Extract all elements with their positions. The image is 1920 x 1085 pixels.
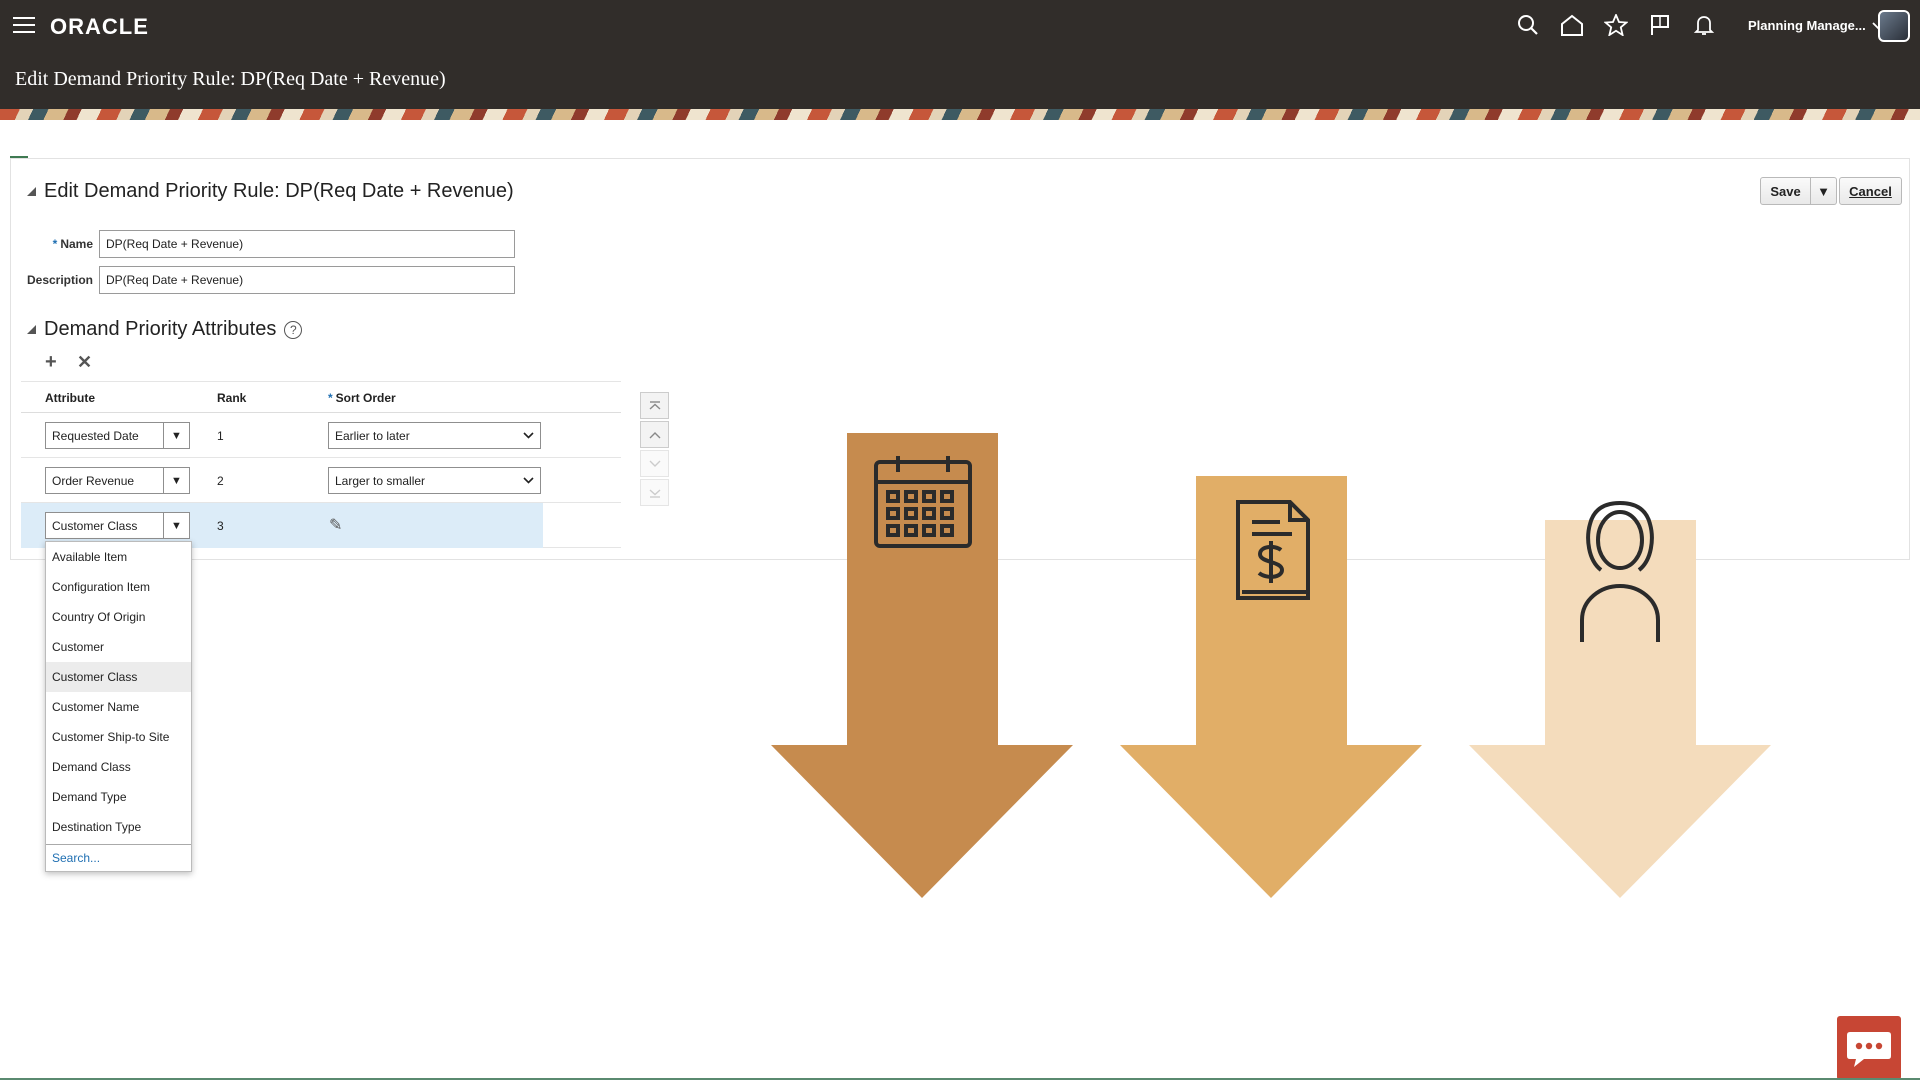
user-menu[interactable]: Planning Manage... [1748,18,1884,33]
required-marker: * [328,391,333,405]
column-header-attribute[interactable]: Attribute [45,391,95,405]
caret-down-icon: ▼ [1817,183,1830,199]
chevron-down-icon [523,477,534,484]
user-menu-label: Planning Manage... [1748,18,1866,33]
dropdown-option[interactable]: Customer [46,632,191,662]
help-icon[interactable]: ? [284,320,303,339]
dropdown-search-link[interactable]: Search... [46,844,191,871]
description-label: Description [26,273,93,287]
name-label-text: Name [60,237,93,251]
oracle-logo[interactable]: ORACLE [50,14,149,40]
collapse-triangle-icon[interactable] [27,187,36,196]
attribute-value: Requested Date [52,428,139,443]
hamburger-menu-icon[interactable] [13,17,35,35]
arrow-3 [1469,520,1771,898]
save-cancel-toolbar: Save ▼ Cancel [1760,177,1902,205]
caret-down-icon[interactable]: ▼ [163,513,189,538]
bell-icon[interactable] [1691,12,1717,38]
attributes-section-header: Demand Priority Attributes ? [27,318,303,341]
chevron-down-icon [523,432,534,439]
dropdown-option[interactable]: Customer Name [46,692,191,722]
rank-value: 1 [217,429,224,443]
cancel-button[interactable]: Cancel [1839,177,1902,205]
column-header-sort-order[interactable]: * Sort Order [328,391,396,405]
dropdown-option[interactable]: Available Item [46,542,191,572]
attribute-dropdown-list: Available Item Configuration Item Countr… [45,541,192,872]
home-icon[interactable] [1559,12,1585,38]
table-header: Attribute Rank * Sort Order [21,381,621,413]
dropdown-option[interactable]: Configuration Item [46,572,191,602]
delete-row-icon[interactable]: ✕ [77,352,92,373]
attributes-section-title: Demand Priority Attributes [44,318,277,340]
sort-order-header-text: Sort Order [335,391,396,405]
save-button[interactable]: Save [1760,177,1811,205]
attribute-value: Customer Class [52,518,138,533]
rank-value: 2 [217,474,224,488]
dropdown-option[interactable]: Demand Type [46,782,191,812]
attribute-combobox[interactable]: Order Revenue ▼ [45,467,190,494]
table-row[interactable]: Requested Date ▼ 1 Earlier to later [21,413,621,458]
add-row-icon[interactable]: + [45,351,57,374]
dropdown-option[interactable]: Customer Ship-to Site [46,722,191,752]
dropdown-option-selected[interactable]: Customer Class [46,662,191,692]
sort-order-select[interactable]: Earlier to later [328,422,541,449]
caret-down-icon[interactable]: ▼ [163,468,189,493]
page-title: Edit Demand Priority Rule: DP(Req Date +… [15,68,446,90]
save-options-dropdown[interactable]: ▼ [1811,177,1837,205]
move-to-bottom-icon[interactable] [640,479,669,506]
dropdown-option[interactable]: Country Of Origin [46,602,191,632]
attribute-combobox-active[interactable]: Customer Class ▼ [45,512,190,539]
caret-down-icon[interactable]: ▼ [163,423,189,448]
flag-icon[interactable] [1647,12,1673,38]
edit-rule-section-title: Edit Demand Priority Rule: DP(Req Date +… [44,180,514,202]
move-down-icon[interactable] [640,450,669,477]
name-label: * Name [38,237,93,251]
avatar[interactable] [1878,10,1910,42]
column-header-rank[interactable]: Rank [217,391,246,405]
name-input[interactable] [99,230,515,258]
priority-arrows-illustration [771,433,1771,898]
row-move-controls [640,392,669,508]
required-marker: * [52,237,58,251]
chat-assistant-button[interactable] [1837,1016,1901,1080]
search-icon[interactable] [1515,12,1541,38]
attribute-value: Order Revenue [52,473,135,488]
collapse-triangle-icon[interactable] [27,325,36,334]
move-to-top-icon[interactable] [640,392,669,419]
sort-order-select[interactable]: Larger to smaller [328,467,541,494]
decorative-banner [0,109,1920,120]
sort-order-value: Earlier to later [335,428,410,443]
rank-value: 3 [217,519,224,533]
sort-order-value: Larger to smaller [335,473,426,488]
edit-rule-section-header: Edit Demand Priority Rule: DP(Req Date +… [27,180,514,203]
arrow-2 [1120,476,1422,898]
move-up-icon[interactable] [640,421,669,448]
dropdown-option[interactable]: Demand Class [46,752,191,782]
pencil-edit-icon[interactable]: ✎ [329,515,342,535]
dropdown-option[interactable]: Destination Type [46,812,191,842]
header-icon-group [1515,12,1717,38]
chat-bubble-icon [1847,1032,1891,1067]
attribute-combobox[interactable]: Requested Date ▼ [45,422,190,449]
star-icon[interactable] [1603,12,1629,38]
description-input[interactable] [99,266,515,294]
table-row[interactable]: Order Revenue ▼ 2 Larger to smaller [21,458,621,503]
